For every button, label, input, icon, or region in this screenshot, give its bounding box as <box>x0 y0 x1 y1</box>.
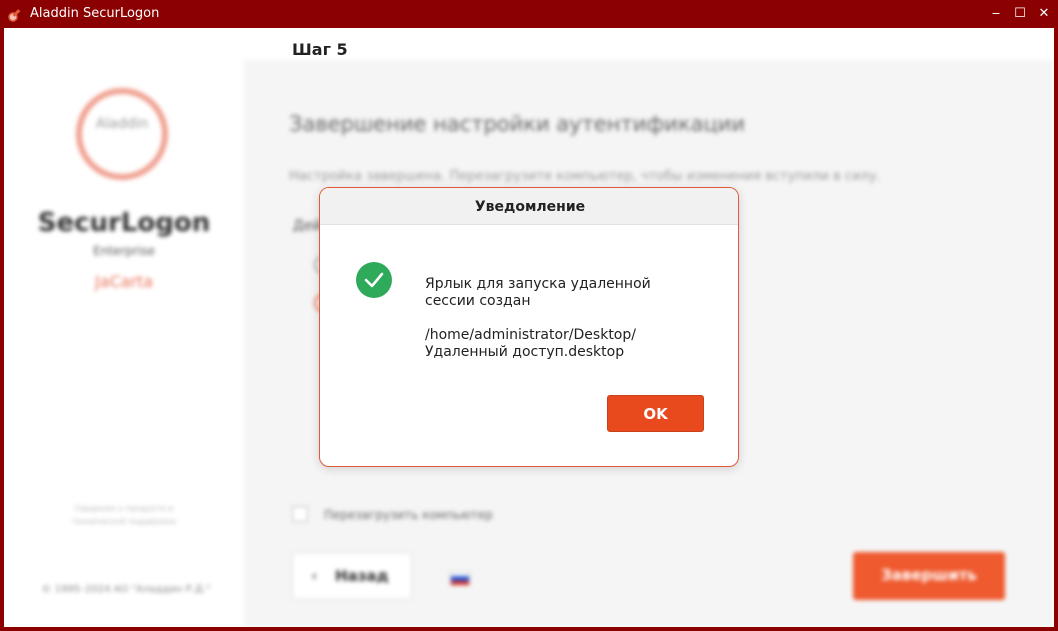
sidebar: Aladdin SecurLogon Enterprise JaCarta Св… <box>4 28 244 627</box>
dialog-header: Уведомление <box>320 188 738 225</box>
back-button-label: Назад <box>335 567 389 585</box>
close-icon[interactable]: ✕ <box>1034 4 1054 24</box>
dialog-title: Уведомление <box>474 199 586 215</box>
reboot-label: Перезагрузить компьютер <box>324 508 493 522</box>
page-title: Завершение настройки аутентификации <box>289 112 746 136</box>
finish-button[interactable]: Завершить <box>853 552 1005 600</box>
step-label: Шаг 5 <box>292 40 348 59</box>
sidebar-note-link[interactable]: Сведения о продукте и технической поддер… <box>54 502 194 528</box>
window-client: Aladdin SecurLogon Enterprise JaCarta Св… <box>4 28 1054 627</box>
ok-button-label: OK <box>643 405 668 423</box>
key-icon <box>8 9 21 22</box>
product-edition: Enterprise <box>93 244 155 258</box>
logo-text: Aladdin <box>95 116 149 132</box>
copyright: © 1995–2024 АО "Аладдин Р.Д." <box>41 584 211 595</box>
header-band <box>244 28 1054 60</box>
maximize-icon[interactable]: ☐ <box>1010 4 1030 24</box>
dialog-message: Ярлык для запуска удаленной сессии созда… <box>425 276 715 361</box>
window-title: Aladdin SecurLogon <box>30 6 160 21</box>
device-name: JaCarta <box>94 272 154 291</box>
finish-button-label: Завершить <box>881 566 977 584</box>
page-description: Настройка завершена. Перезагрузите компь… <box>289 169 881 184</box>
notification-dialog: Уведомление Ярлык для запуска удаленной … <box>319 187 739 467</box>
russian-flag-icon[interactable] <box>450 571 470 585</box>
product-name: SecurLogon <box>37 208 211 238</box>
path-line-1: /home/administrator/Desktop/ <box>425 327 636 343</box>
ok-button[interactable]: OK <box>607 395 704 432</box>
chevron-left-icon: ‹ <box>311 566 318 585</box>
success-check-icon <box>356 262 392 298</box>
window-titlebar: Aladdin SecurLogon ‒ ☐ ✕ <box>0 0 1058 28</box>
aladdin-logo-icon <box>76 88 168 180</box>
reboot-checkbox[interactable] <box>292 506 308 522</box>
minimize-icon[interactable]: ‒ <box>986 4 1006 24</box>
message-line-1: Ярлык для запуска удаленной <box>425 276 651 292</box>
message-line-2: сессии создан <box>425 293 531 309</box>
path-line-2: Удаленный доступ.desktop <box>425 344 625 360</box>
back-button[interactable]: ‹ Назад <box>292 552 412 600</box>
